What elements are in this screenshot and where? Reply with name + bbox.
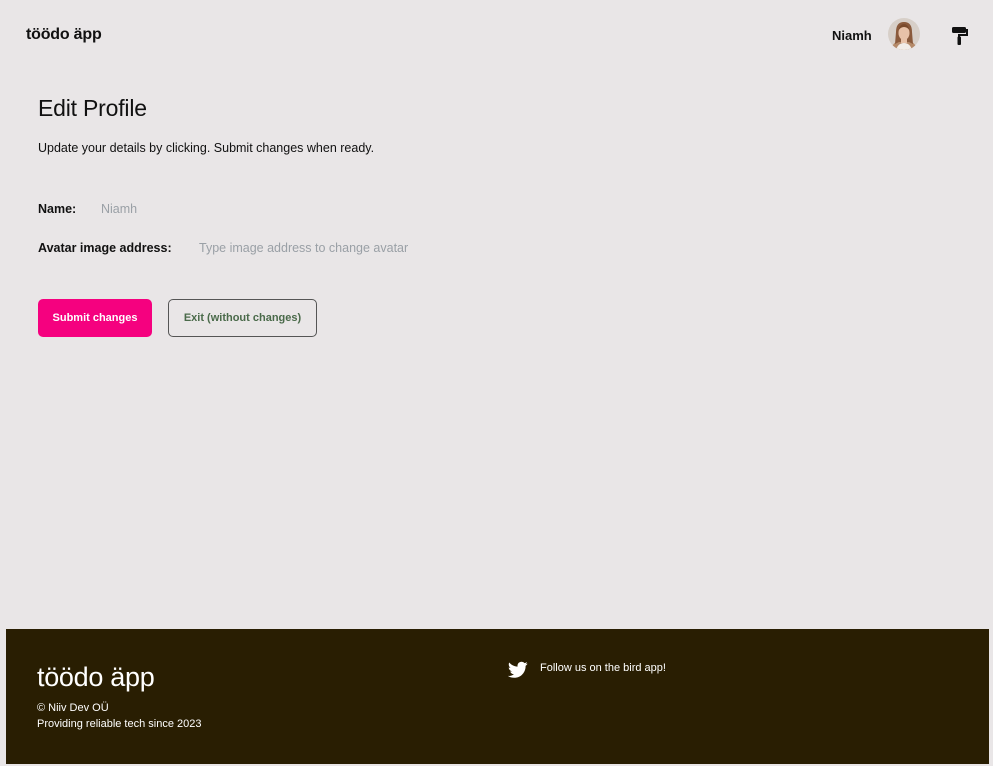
twitter-link[interactable]: Follow us on the bird app! [508, 661, 666, 679]
footer: töödo äpp © Niiv Dev OÜ Providing reliab… [6, 629, 989, 764]
twitter-link-text: Follow us on the bird app! [540, 662, 666, 674]
footer-copyright: © Niiv Dev OÜ [37, 702, 109, 714]
name-label: Name: [38, 202, 77, 216]
avatar-image [888, 18, 920, 50]
exit-without-changes-button[interactable]: Exit (without changes) [168, 299, 317, 337]
edit-profile-section: Edit Profile Update your details by clic… [38, 95, 459, 337]
avatar-address-input[interactable] [199, 238, 459, 258]
avatar-address-label: Avatar image address: [38, 241, 172, 255]
app-logo[interactable]: töödo äpp [26, 26, 102, 44]
page-title: Edit Profile [38, 95, 147, 121]
submit-changes-button[interactable]: Submit changes [38, 299, 152, 337]
page-subtitle: Update your details by clicking. Submit … [38, 141, 375, 155]
user-name: Niamh [832, 28, 872, 43]
footer-tagline: Providing reliable tech since 2023 [37, 718, 202, 730]
footer-logo: töödo äpp [37, 662, 155, 692]
top-bar: töödo äpp Niamh [0, 0, 993, 70]
paint-roller-icon[interactable] [951, 26, 969, 46]
user-avatar[interactable] [888, 18, 920, 50]
twitter-bird-icon [508, 661, 528, 678]
name-input[interactable] [101, 199, 301, 219]
